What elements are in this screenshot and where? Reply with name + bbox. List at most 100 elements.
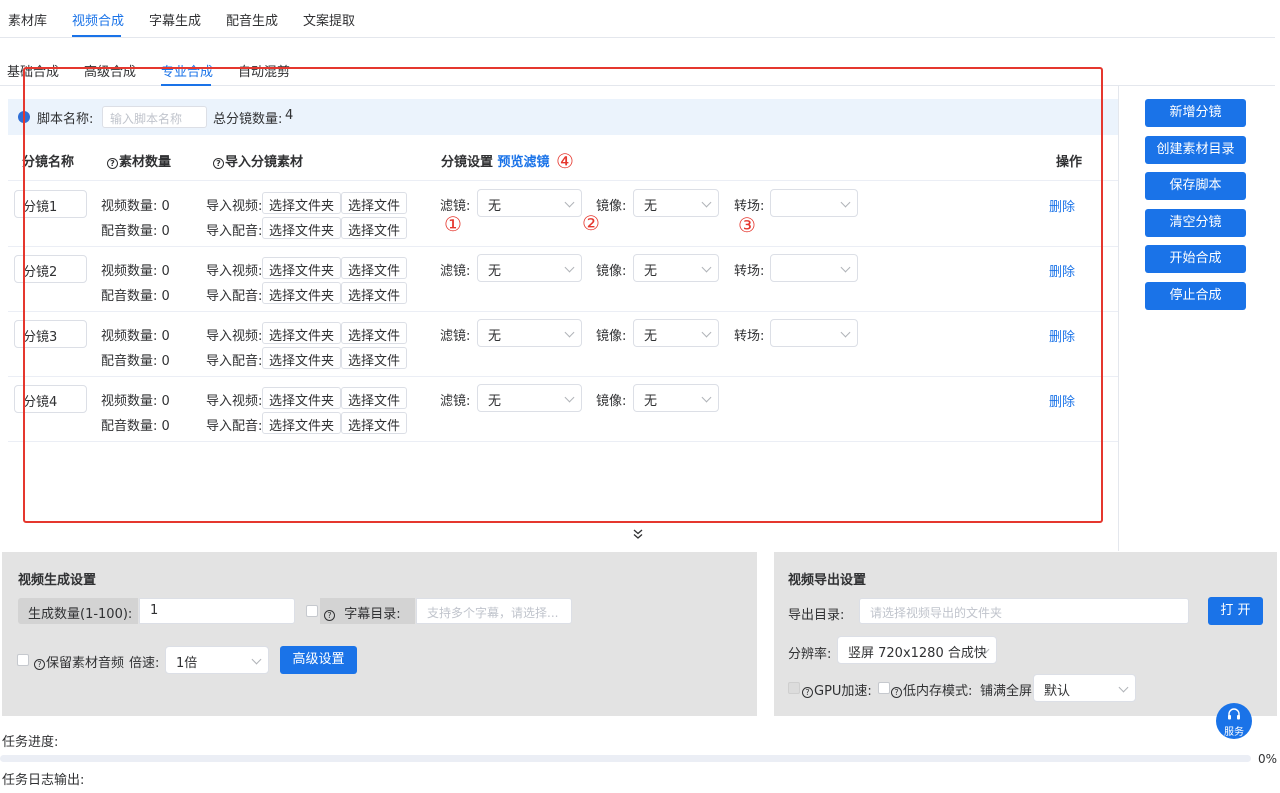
annotation-marker-1: ①	[444, 212, 462, 236]
subtab-basic[interactable]: 基础合成	[7, 61, 59, 80]
delete-link[interactable]: 删除	[1049, 326, 1075, 345]
active-subtab-indicator	[161, 84, 211, 86]
video-export-settings-panel: 视频导出设置 导出目录: 请选择视频导出的文件夹 打 开 分辨率: 竖屏 720…	[774, 552, 1277, 716]
select-video-folder-button[interactable]: 选择文件夹	[262, 257, 342, 279]
script-name-input[interactable]: 输入脚本名称	[102, 106, 207, 128]
mirror-select[interactable]: 无	[633, 384, 719, 412]
stop-compose-button[interactable]: 停止合成	[1145, 282, 1246, 310]
audio-count: 配音数量: 0	[101, 354, 170, 369]
select-audio-file-button[interactable]: 选择文件	[341, 217, 408, 239]
help-icon[interactable]: ?	[802, 687, 813, 698]
select-video-folder-button[interactable]: 选择文件夹	[262, 387, 342, 409]
video-count: 视频数量: 0	[101, 394, 170, 409]
task-progress-label: 任务进度:	[2, 735, 59, 750]
import-video-label: 导入视频:	[206, 264, 263, 279]
select-audio-file-button[interactable]: 选择文件	[341, 412, 408, 434]
filter-select[interactable]: 无	[477, 189, 582, 217]
transition-select[interactable]	[770, 189, 858, 217]
resolution-select[interactable]: 竖屏 720x1280 合成快	[837, 636, 997, 664]
low-memory-checkbox[interactable]	[878, 682, 890, 694]
shot-name-input[interactable]: 分镜1	[14, 190, 87, 218]
subtab-auto-mix[interactable]: 自动混剪	[238, 61, 290, 80]
transition-select[interactable]	[770, 254, 858, 282]
subtab-pro[interactable]: 专业合成	[161, 61, 213, 80]
tab-subtitle-gen[interactable]: 字幕生成	[149, 10, 201, 29]
speed-select[interactable]: 1倍	[165, 646, 269, 674]
clear-shots-button[interactable]: 清空分镜	[1145, 209, 1246, 237]
create-material-dir-button[interactable]: 创建素材目录	[1145, 136, 1246, 164]
select-video-file-button[interactable]: 选择文件	[341, 322, 408, 344]
select-audio-file-button[interactable]: 选择文件	[341, 282, 408, 304]
select-audio-folder-button[interactable]: 选择文件夹	[262, 217, 342, 239]
speed-label: 倍速:	[129, 656, 160, 671]
select-video-folder-button[interactable]: 选择文件夹	[262, 322, 342, 344]
gpu-checkbox[interactable]	[788, 682, 800, 694]
delete-link[interactable]: 删除	[1049, 261, 1075, 280]
help-icon[interactable]: ?	[324, 610, 335, 621]
transition-label: 转场:	[734, 264, 765, 279]
tab-video-compose[interactable]: 视频合成	[72, 10, 124, 29]
start-compose-button[interactable]: 开始合成	[1145, 245, 1246, 273]
open-dir-button[interactable]: 打 开	[1208, 597, 1263, 625]
mirror-label: 镜像:	[596, 264, 627, 279]
subtab-advanced[interactable]: 高级合成	[84, 61, 136, 80]
annotation-marker-2: ②	[582, 211, 600, 235]
save-script-button[interactable]: 保存脚本	[1145, 172, 1246, 200]
help-icon[interactable]: ?	[107, 158, 118, 169]
subtitle-checkbox[interactable]	[306, 605, 318, 617]
mirror-select[interactable]: 无	[633, 254, 719, 282]
table-row: 分镜2 视频数量: 0 配音数量: 0 导入视频: 选择文件夹 选择文件 导入配…	[8, 247, 1118, 312]
select-audio-folder-button[interactable]: 选择文件夹	[262, 412, 342, 434]
filter-select[interactable]: 无	[477, 319, 582, 347]
subtitle-dir-label: ? 字幕目录:	[324, 603, 401, 622]
video-count: 视频数量: 0	[101, 329, 170, 344]
select-audio-file-button[interactable]: 选择文件	[341, 347, 408, 369]
filter-label: 滤镜:	[440, 394, 471, 409]
video-count: 视频数量: 0	[101, 199, 170, 214]
total-shots-value: 4	[285, 108, 294, 123]
select-audio-folder-button[interactable]: 选择文件夹	[262, 282, 342, 304]
select-video-file-button[interactable]: 选择文件	[341, 192, 408, 214]
col-shot-settings: 分镜设置 预览滤镜	[441, 155, 550, 170]
add-shot-button[interactable]: 新增分镜	[1145, 99, 1246, 127]
mirror-label: 镜像:	[596, 394, 627, 409]
subtitle-dir-input[interactable]: 支持多个字幕，请选择...	[416, 598, 572, 624]
help-icon[interactable]: ?	[213, 158, 224, 169]
select-audio-folder-button[interactable]: 选择文件夹	[262, 347, 342, 369]
tab-material-library[interactable]: 素材库	[8, 10, 47, 29]
import-audio-label: 导入配音:	[206, 419, 263, 434]
filter-select[interactable]: 无	[477, 254, 582, 282]
import-video-label: 导入视频:	[206, 199, 263, 214]
select-video-folder-button[interactable]: 选择文件夹	[262, 192, 342, 214]
delete-link[interactable]: 删除	[1049, 196, 1075, 215]
chevron-down-icon	[840, 327, 851, 338]
tab-voice-gen[interactable]: 配音生成	[226, 10, 278, 29]
shot-name-input[interactable]: 分镜4	[14, 385, 87, 413]
advanced-settings-button[interactable]: 高级设置	[280, 646, 357, 674]
help-icon[interactable]: ?	[891, 687, 902, 698]
shot-name-input[interactable]: 分镜2	[14, 255, 87, 283]
total-shots-label: 总分镜数量:	[213, 112, 283, 127]
count-label-box: 生成数量(1-100):	[18, 598, 138, 624]
preview-filter-link[interactable]: 预览滤镜	[498, 155, 550, 170]
import-video-label: 导入视频:	[206, 394, 263, 409]
select-video-file-button[interactable]: 选择文件	[341, 387, 408, 409]
delete-link[interactable]: 删除	[1049, 391, 1075, 410]
keep-audio-checkbox[interactable]	[17, 654, 29, 666]
fill-screen-select[interactable]: 默认	[1033, 674, 1136, 702]
service-button[interactable]: 服务	[1216, 703, 1252, 739]
col-shot-name: 分镜名称	[22, 155, 75, 170]
shot-name-input[interactable]: 分镜3	[14, 320, 87, 348]
collapse-toggle-icon[interactable]	[632, 528, 644, 543]
chevron-down-icon	[564, 327, 575, 338]
select-video-file-button[interactable]: 选择文件	[341, 257, 408, 279]
help-icon[interactable]: ?	[34, 659, 45, 670]
transition-select[interactable]	[770, 319, 858, 347]
export-dir-input[interactable]: 请选择视频导出的文件夹	[859, 598, 1189, 624]
mirror-select[interactable]: 无	[633, 189, 719, 217]
transition-label: 转场:	[734, 199, 765, 214]
mirror-select[interactable]: 无	[633, 319, 719, 347]
gen-count-input[interactable]: 1	[139, 598, 295, 624]
filter-select[interactable]: 无	[477, 384, 582, 412]
tab-copy-extract[interactable]: 文案提取	[303, 10, 355, 29]
